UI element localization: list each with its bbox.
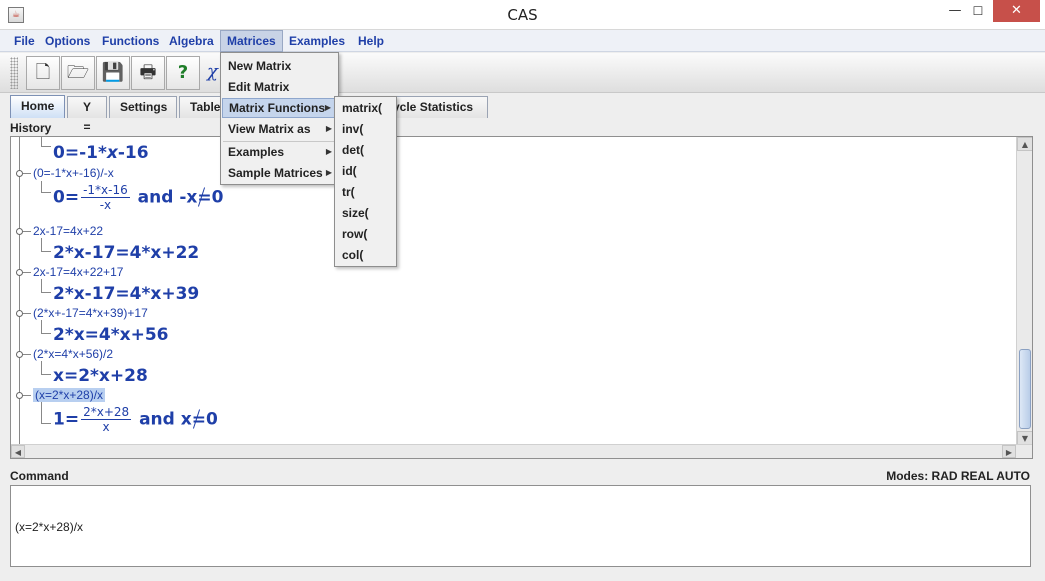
tree-node[interactable] [16,228,31,235]
scroll-up-icon[interactable]: ▲ [1017,137,1032,151]
menu-bar: File Options Functions Algebra Matrices … [0,30,1045,52]
scroll-right-icon[interactable]: ▶ [1002,445,1016,458]
command-label: Command [10,469,69,483]
fraction: 2*x+28 x [81,405,132,434]
menu-item-matrix-functions[interactable]: Matrix Functions ▶ [222,98,337,118]
chi-function-icon[interactable]: χ [207,61,218,82]
tree-elbow [41,137,51,147]
history-input[interactable]: (2*x=4*x+56)/2 [33,347,113,361]
command-input[interactable]: (x=2*x+28)/x [10,485,1031,567]
menu-item-col[interactable]: col( [336,245,395,265]
menu-item-matrix[interactable]: matrix( [336,98,395,118]
history-panel[interactable]: 0=-1*x-16 (0=-1*x+-16)/-x 0= -1*x-16 -x an… [10,136,1033,459]
tab-settings[interactable]: Settings [109,96,177,118]
history-output: 0= -1*x-16 -x and -x=0 [53,183,224,212]
history-input[interactable]: (2*x+-17=4*x+39)+17 [33,306,148,320]
history-output: 0=-1*x-16 [53,143,149,163]
window-title: CAS [507,6,538,24]
tab-y-equals[interactable]: Y = [67,96,107,134]
history-input[interactable]: 2x-17=4x+22 [33,224,103,238]
history-input[interactable]: 2x-17=4x+22+17 [33,265,123,279]
menu-item-examples[interactable]: Examples ▶ [222,142,337,162]
history-vertical-scrollbar[interactable]: ▲ ▼ [1016,137,1032,445]
menu-item-size[interactable]: size( [336,203,395,223]
modes-status: Modes: RAD REAL AUTO [886,469,1030,483]
fraction: -1*x-16 -x [81,183,130,212]
not-equal-sign: = [197,187,212,208]
tree-elbow [41,320,51,334]
history-output: x=2*x+28 [53,366,148,386]
menu-item-tr[interactable]: tr( [336,182,395,202]
menu-item-det[interactable]: det( [336,140,395,160]
submenu-arrow-icon: ▶ [325,124,332,133]
tab-cycle-statistics[interactable]: ycle Statistics [382,96,488,118]
menu-item-id[interactable]: id( [336,161,395,181]
submenu-arrow-icon: ▶ [324,103,331,112]
scroll-left-icon[interactable]: ◀ [11,445,25,458]
tab-table[interactable]: Table [179,96,224,118]
history-content: 0=-1*x-16 (0=-1*x+-16)/-x 0= -1*x-16 -x an… [11,137,1016,447]
history-label: History [10,121,52,135]
menu-examples[interactable]: Examples [283,30,351,52]
command-input-value: (x=2*x+28)/x [15,520,84,534]
toolbar-grip[interactable] [10,57,18,89]
submenu-arrow-icon: ▶ [325,147,332,156]
menu-item-sample-matrices[interactable]: Sample Matrices ▶ [222,163,337,183]
matrices-menu: New Matrix Edit Matrix Matrix Functions ▶… [220,52,339,185]
history-input-selected[interactable]: (x=2*x+28)/x [33,388,106,402]
menu-item-edit-matrix[interactable]: Edit Matrix [222,77,337,97]
submenu-arrow-icon: ▶ [325,168,332,177]
tree-node[interactable] [16,351,31,358]
tree-elbow [41,402,51,424]
menu-item-inv[interactable]: inv( [336,119,395,139]
tree-elbow [41,238,51,252]
close-button[interactable]: ✕ [993,0,1040,22]
history-output: 2*x-17=4*x+22 [53,243,200,263]
save-icon[interactable]: 💾 [96,56,130,90]
print-icon[interactable]: 🖶 [131,56,165,90]
tree-line [19,137,20,447]
tree-node[interactable] [16,170,31,177]
matrix-functions-submenu: matrix( inv( det( id( tr( size( row( col… [334,96,397,267]
open-folder-icon[interactable]: 🗁 [61,56,95,90]
menu-matrices[interactable]: Matrices [220,30,283,52]
menu-help[interactable]: Help [352,30,390,52]
tab-strip: Home Y = Settings Table ycle Statistics [0,94,1045,134]
menu-item-new-matrix[interactable]: New Matrix [222,56,337,76]
tab-home[interactable]: Home [10,95,65,118]
maximize-button[interactable]: ☐ [963,0,993,22]
new-file-icon[interactable]: 🗋 [26,56,60,90]
scroll-down-icon[interactable]: ▼ [1017,431,1032,445]
menu-item-row[interactable]: row( [336,224,395,244]
toolbar: 🗋 🗁 💾 🖶 ? χ [0,53,1045,93]
menu-functions[interactable]: Functions [96,30,165,52]
history-input[interactable]: (0=-1*x+-16)/-x [33,166,114,180]
not-equal-sign: = [191,409,206,430]
help-icon[interactable]: ? [166,56,200,90]
tree-node[interactable] [16,310,31,317]
menu-item-view-matrix-as[interactable]: View Matrix as ▶ [222,119,337,139]
history-output: 2*x-17=4*x+39 [53,284,200,304]
scroll-thumb[interactable] [1019,349,1031,429]
menu-options[interactable]: Options [39,30,96,52]
tree-elbow [41,181,51,193]
history-output: 2*x=4*x+56 [53,325,169,345]
tree-node[interactable] [16,392,31,399]
menu-algebra[interactable]: Algebra [163,30,220,52]
history-output: 1= 2*x+28 x and x=0 [53,405,218,434]
tree-node[interactable] [16,269,31,276]
history-horizontal-scrollbar[interactable]: ◀ ▶ [11,444,1032,458]
tree-elbow [41,279,51,293]
menu-file[interactable]: File [8,30,41,52]
title-bar: ☕ CAS — ☐ ✕ [0,0,1045,30]
tree-elbow [41,361,51,375]
